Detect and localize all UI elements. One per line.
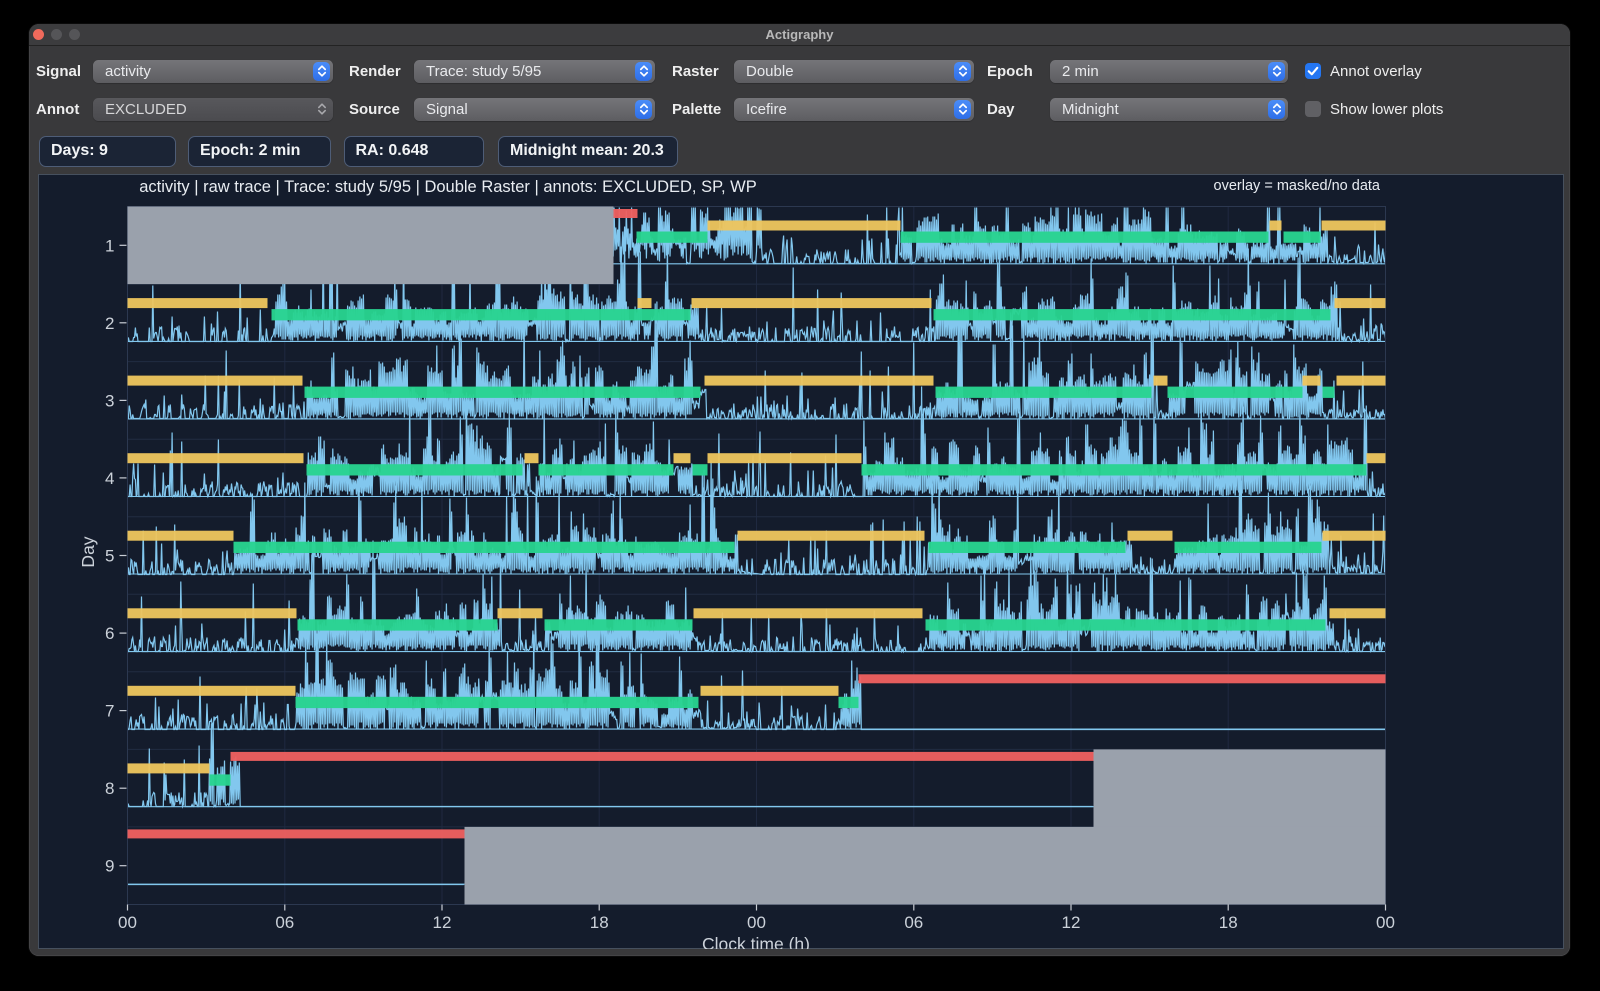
- svg-text:06: 06: [904, 913, 923, 932]
- svg-text:4: 4: [105, 468, 114, 487]
- svg-text:9: 9: [105, 856, 114, 875]
- svg-text:Clock time (h): Clock time (h): [702, 934, 810, 949]
- svg-text:2: 2: [105, 313, 114, 332]
- svg-text:Day: Day: [78, 536, 98, 567]
- svg-text:06: 06: [275, 913, 294, 932]
- svg-text:00: 00: [1376, 913, 1395, 932]
- svg-text:5: 5: [105, 546, 114, 565]
- svg-text:18: 18: [1218, 913, 1237, 932]
- svg-text:00: 00: [118, 913, 137, 932]
- svg-text:3: 3: [105, 391, 114, 410]
- svg-text:12: 12: [1061, 913, 1080, 932]
- svg-text:activity | raw trace | Trace:: activity | raw trace | Trace: study 5/95…: [139, 178, 757, 196]
- svg-text:8: 8: [105, 779, 114, 798]
- svg-text:00: 00: [747, 913, 766, 932]
- svg-text:6: 6: [105, 624, 114, 643]
- svg-text:7: 7: [105, 701, 114, 720]
- svg-text:12: 12: [432, 913, 451, 932]
- svg-text:overlay = masked/no data: overlay = masked/no data: [1213, 178, 1380, 194]
- svg-text:1: 1: [105, 236, 114, 255]
- svg-text:18: 18: [589, 913, 608, 932]
